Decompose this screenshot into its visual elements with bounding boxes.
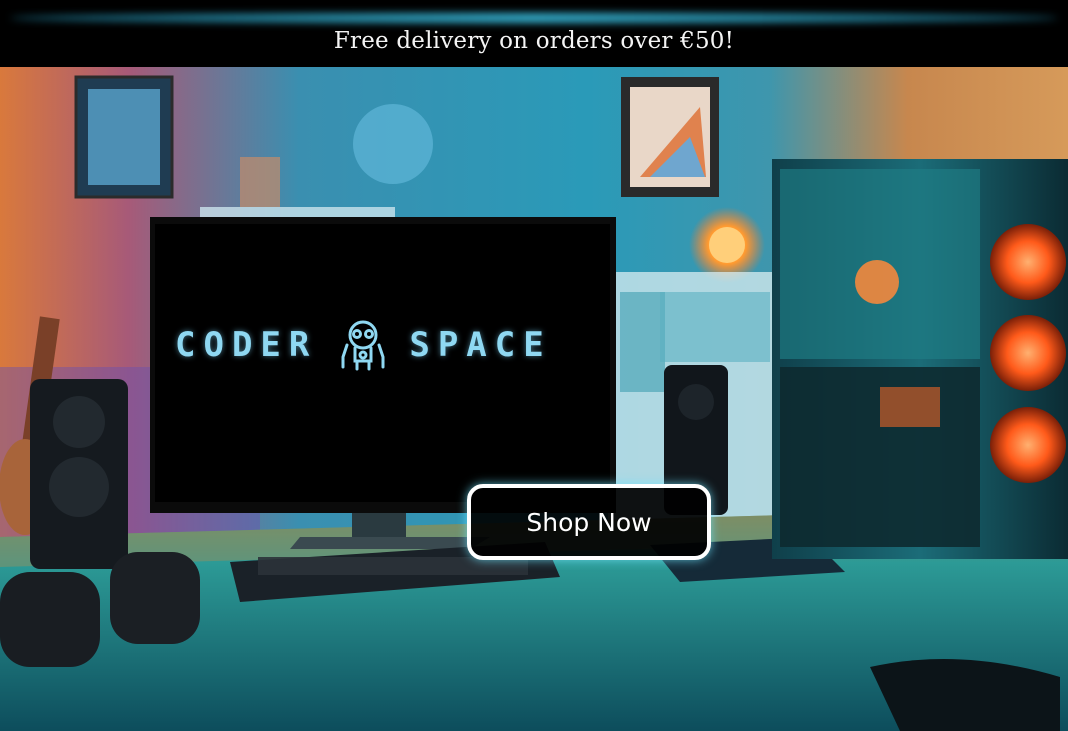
promo-banner: Free delivery on orders over €50! [0, 0, 1068, 67]
hero-section: CODER SPACE Shop Now [0, 67, 1068, 731]
shop-now-label: Shop Now [526, 507, 652, 537]
monitor-screen: CODER SPACE [155, 224, 610, 502]
logo-text-right: SPACE [409, 325, 552, 365]
logo-text-left: CODER [175, 325, 318, 365]
shop-now-button[interactable]: Shop Now [467, 484, 711, 560]
page: Free delivery on orders over €50! CODER … [0, 0, 1068, 731]
coder-space-logo: CODER SPACE [175, 317, 552, 373]
banner-glow [10, 13, 1058, 23]
robot-icon [341, 320, 385, 371]
promo-banner-text: Free delivery on orders over €50! [333, 28, 735, 54]
